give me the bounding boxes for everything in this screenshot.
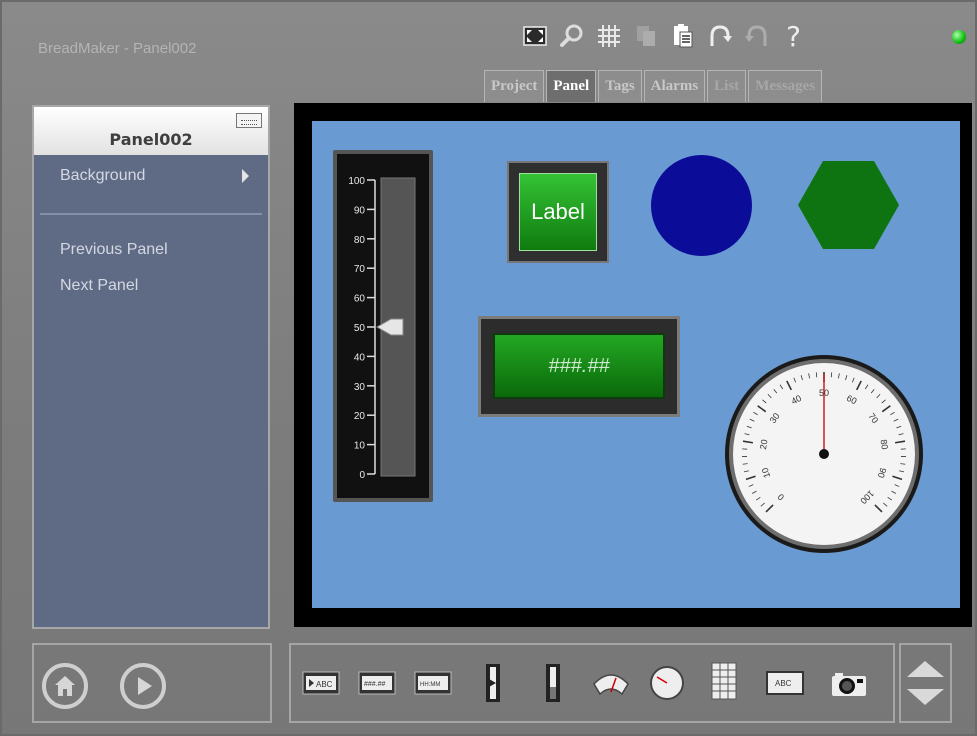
panel-header: Panel002: [34, 107, 268, 155]
palette-time-text: HH:MM: [420, 682, 440, 688]
help-button[interactable]: ?: [775, 18, 812, 54]
background-menu-item[interactable]: Background: [60, 167, 145, 185]
slider-tick-label: 60: [354, 294, 366, 305]
home-button[interactable]: [42, 663, 88, 709]
slider-widget-icon[interactable]: [481, 663, 505, 703]
gauge-tick-label: 20: [758, 439, 769, 450]
slider-tick-label: 80: [354, 235, 366, 246]
slider-tick-label: 20: [354, 411, 366, 422]
fit-screen-icon: [522, 26, 547, 46]
palette-scroll: [899, 643, 952, 723]
tab-messages[interactable]: Messages: [748, 70, 823, 102]
next-panel-link[interactable]: Next Panel: [60, 277, 138, 295]
gauge-hub: [819, 449, 829, 459]
paste-button[interactable]: [664, 18, 701, 54]
time-display-widget-icon[interactable]: HH:MM: [413, 669, 453, 697]
divider: [40, 213, 262, 215]
panel-name: Panel002: [109, 130, 193, 149]
hexagon-shape[interactable]: [798, 161, 899, 249]
gauge-widget-icon[interactable]: [647, 663, 687, 703]
play-icon: [138, 677, 152, 695]
numeric-display-widget[interactable]: ###.##: [478, 316, 680, 417]
app-window: BreadMaker - Panel002 ? Project Panel Ta…: [0, 0, 977, 736]
numeric-display-text: ###.##: [493, 333, 665, 399]
tab-panel[interactable]: Panel: [546, 70, 597, 102]
undo-button[interactable]: [701, 18, 738, 54]
slider-widget[interactable]: 100 90 80 70 60 50 40 30 20 10 0: [333, 150, 433, 502]
previous-panel-link[interactable]: Previous Panel: [60, 241, 168, 259]
status-indicator-icon: [952, 30, 966, 44]
palette-text-label: ABC: [775, 679, 792, 688]
slider-tick-label: 90: [354, 205, 366, 216]
camera-widget-icon[interactable]: [829, 669, 869, 699]
keyboard-icon[interactable]: [236, 113, 262, 128]
window-title: BreadMaker - Panel002: [38, 40, 197, 57]
table-widget-icon[interactable]: [709, 661, 739, 701]
zoom-button[interactable]: [553, 18, 590, 54]
palette-label-text: ABC: [316, 680, 333, 689]
numeric-display-widget-icon[interactable]: ###.##: [357, 669, 397, 697]
circle-shape[interactable]: [651, 155, 752, 256]
text-widget-icon[interactable]: ABC: [765, 669, 805, 697]
play-button[interactable]: [120, 663, 166, 709]
home-icon: [55, 676, 75, 696]
palette-numeric-text: ###.##: [364, 681, 386, 688]
tab-tags[interactable]: Tags: [598, 70, 642, 102]
toolbar: ?: [516, 16, 812, 56]
slider-tick-label: 30: [354, 382, 366, 393]
undo-icon: [710, 25, 732, 46]
widget-palette: ABC ###.## HH:MM ABC: [289, 643, 895, 723]
bar-meter-widget-icon[interactable]: [541, 663, 565, 703]
grid-icon: [597, 25, 620, 47]
magnifier-icon: [559, 24, 582, 47]
slider-scale: 1009080706050403020100: [348, 176, 416, 481]
tab-bar: Project Panel Tags Alarms List Messages: [484, 70, 823, 102]
slider-tick-label: 50: [354, 323, 366, 334]
grid-button[interactable]: [590, 18, 627, 54]
chevron-right-icon: [242, 169, 249, 183]
copy-icon: [636, 26, 655, 46]
slider-tick-label: 40: [354, 352, 366, 363]
fit-screen-button[interactable]: [516, 18, 553, 54]
slider-tick-label: 70: [354, 264, 366, 275]
label-button-text: Label: [519, 173, 597, 251]
copy-button[interactable]: [627, 18, 664, 54]
navigation-box: [32, 643, 272, 723]
gauge-widget[interactable]: 0102030405060708090100: [723, 354, 925, 554]
label-button-widget[interactable]: Label: [507, 161, 609, 263]
paste-icon: [673, 24, 692, 48]
slider-tick-label: 10: [354, 441, 366, 452]
tab-alarms[interactable]: Alarms: [643, 70, 706, 102]
tab-project[interactable]: Project: [484, 70, 545, 102]
arc-meter-widget-icon[interactable]: [591, 669, 631, 699]
tab-list[interactable]: List: [707, 70, 747, 102]
gauge-tick-label: 80: [879, 439, 890, 450]
scroll-up-icon[interactable]: [907, 661, 944, 677]
redo-button[interactable]: [738, 18, 775, 54]
scroll-down-icon[interactable]: [907, 689, 944, 705]
label-button-widget-icon[interactable]: ABC: [301, 669, 341, 697]
slider-tick-label: 100: [348, 176, 365, 187]
redo-icon: [744, 25, 766, 46]
slider-tick-label: 0: [359, 470, 365, 481]
help-icon: ?: [786, 19, 801, 53]
panel-properties-sidebar: Panel002 Background Previous Panel Next …: [32, 105, 270, 629]
